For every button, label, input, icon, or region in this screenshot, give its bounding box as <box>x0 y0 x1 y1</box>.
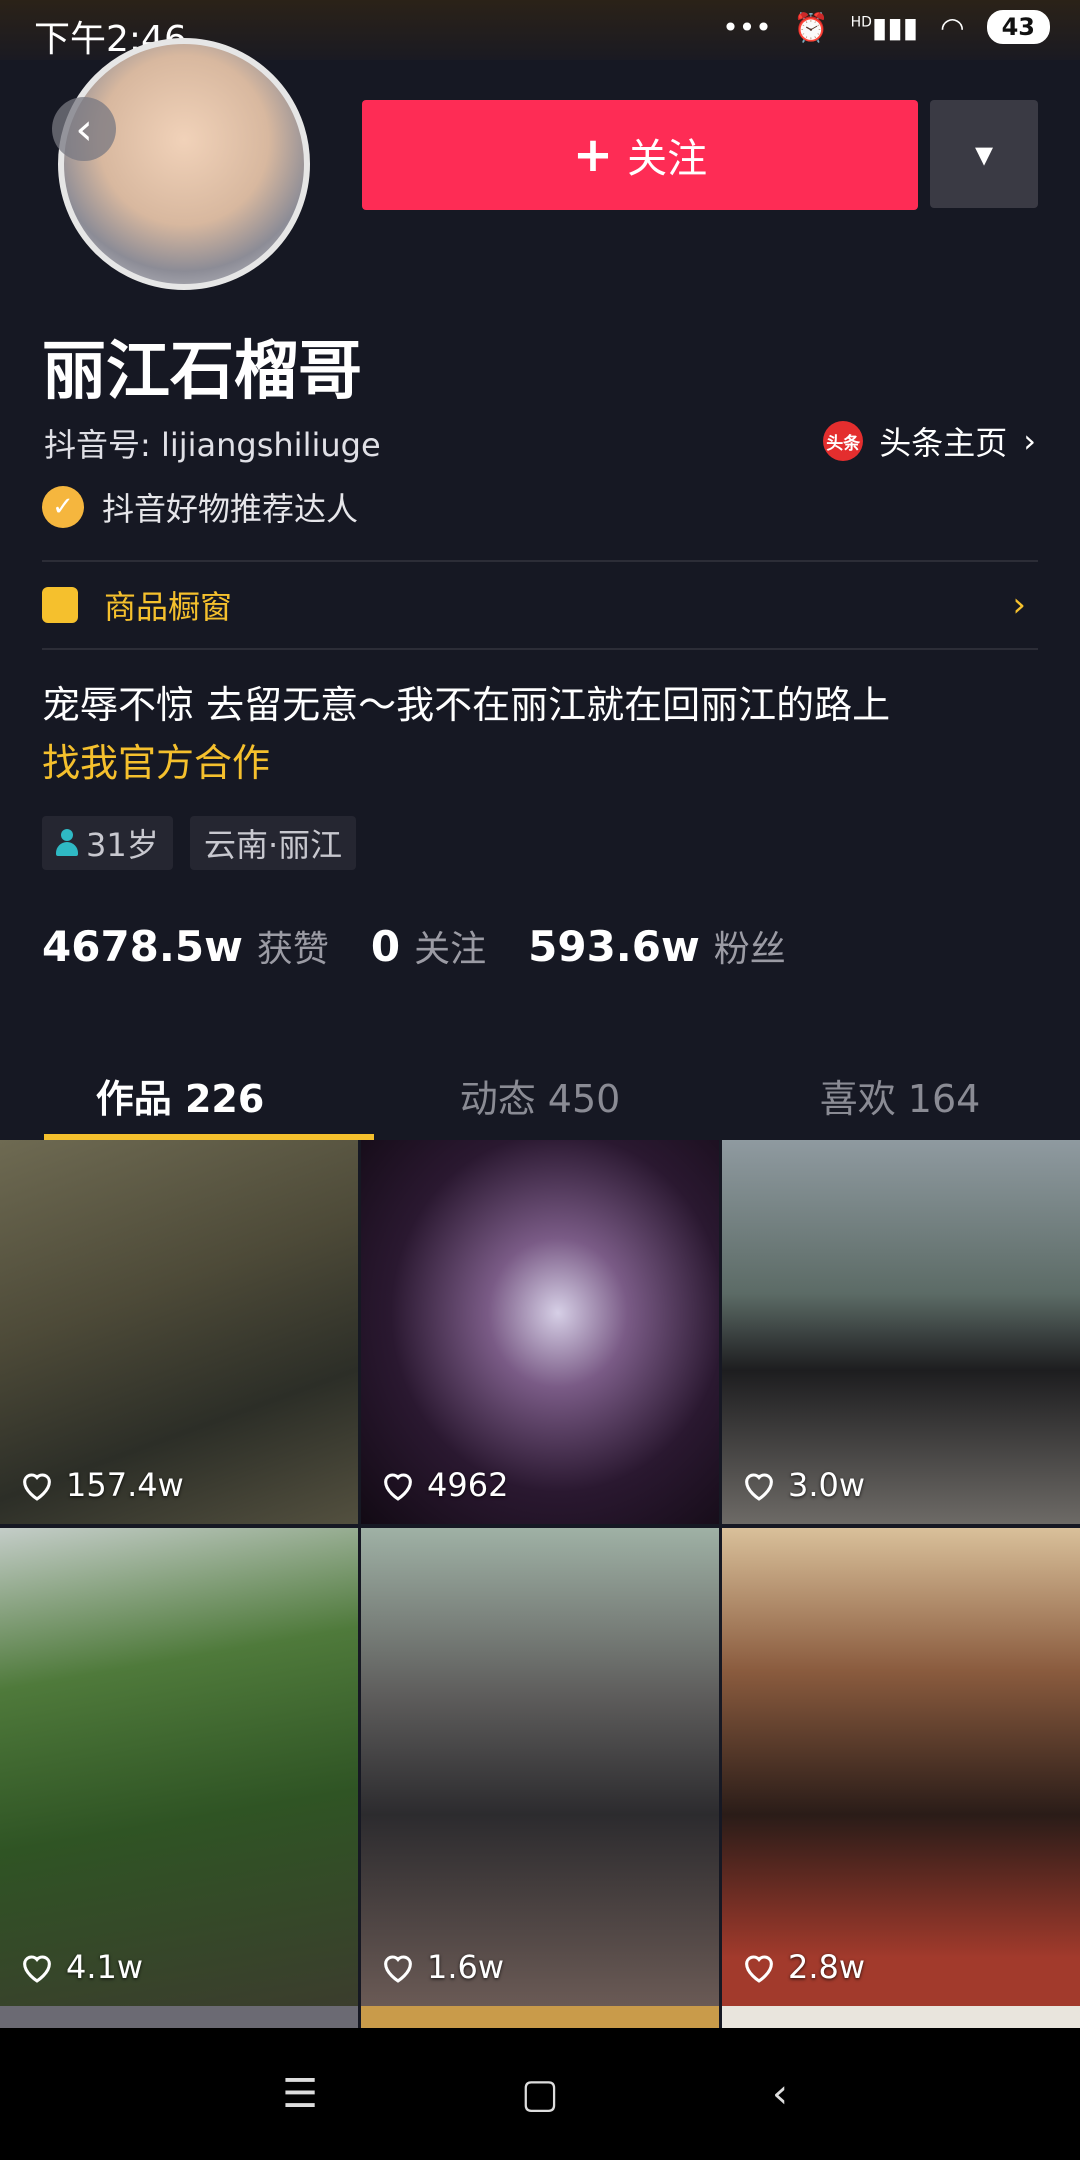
video-thumbnail[interactable] <box>361 2006 719 2028</box>
chevron-right-icon: › <box>1023 422 1036 460</box>
back-arrow-icon: ‹ <box>75 103 93 155</box>
followers-count[interactable]: 593.6w <box>528 922 700 971</box>
tab-posts[interactable]: 动态 450 <box>360 1050 720 1140</box>
shop-window-row[interactable]: 商品橱窗 › <box>42 562 1038 648</box>
next-row-thumbnails <box>0 2006 1080 2028</box>
alarm-icon: ⏰ <box>793 10 829 44</box>
person-icon <box>56 829 78 857</box>
chevron-right-icon: › <box>1012 585 1026 625</box>
video-thumbnail[interactable] <box>0 2006 358 2028</box>
official-cooperation-link[interactable]: 找我官方合作 <box>42 732 270 787</box>
age-tag: 31岁 <box>42 816 173 870</box>
tab-works[interactable]: 作品 226 <box>0 1050 360 1140</box>
more-options-button[interactable]: ▾ <box>930 100 1038 208</box>
location-tag: 云南·丽江 <box>190 816 357 870</box>
follow-label: 关注 <box>627 136 708 182</box>
verified-label: 抖音好物推荐达人 <box>102 490 359 528</box>
tab-likes[interactable]: 喜欢 164 <box>720 1050 1080 1140</box>
likes-count: 4678.5w <box>42 922 243 971</box>
status-icons: ••• ⏰ HD▮▮▮ ◠ 43 <box>722 10 1050 44</box>
menu-icon[interactable]: ☰ <box>270 2071 330 2117</box>
following-count[interactable]: 0 <box>371 922 400 971</box>
heart-icon <box>745 1473 773 1501</box>
followers-label[interactable]: 粉丝 <box>714 920 786 972</box>
shop-label: 商品橱窗 <box>104 588 233 626</box>
verified-badge: ✓ 抖音好物推荐达人 <box>42 484 358 530</box>
follow-button[interactable]: + 关注 <box>362 100 918 210</box>
toutiao-label: 头条主页 <box>879 424 1008 462</box>
notification-dots-icon: ••• <box>722 10 772 44</box>
wifi-icon: ◠ <box>940 10 965 44</box>
profile-tabs: 作品 226 动态 450 喜欢 164 <box>0 1050 1080 1140</box>
signal-icon: HD▮▮▮ <box>850 10 919 44</box>
avatar[interactable] <box>58 38 310 290</box>
stats-row: 4678.5w 获赞 0 关注 593.6w 粉丝 <box>42 920 828 972</box>
back-icon[interactable]: ‹ <box>750 2071 810 2117</box>
like-count-text: 4962 <box>427 1466 509 1504</box>
like-count-text: 1.6w <box>427 1948 505 1986</box>
douyin-id: 抖音号: lijiangshiliuge <box>44 426 381 464</box>
check-icon: ✓ <box>42 486 84 528</box>
system-nav-bar: ☰ ▢ ‹ <box>0 2028 1080 2160</box>
like-count: 157.4w <box>18 1466 184 1504</box>
heart-icon <box>384 1473 412 1501</box>
like-count-text: 4.1w <box>66 1948 144 1986</box>
video-thumbnail[interactable]: 3.0w <box>722 1140 1080 1524</box>
like-count-text: 157.4w <box>66 1466 184 1504</box>
divider <box>42 648 1038 650</box>
like-count-text: 2.8w <box>788 1948 866 1986</box>
bio-text: 宠辱不惊 去留无意～我不在丽江就在回丽江的路上 <box>42 683 891 727</box>
following-label[interactable]: 关注 <box>414 920 486 972</box>
video-thumbnail[interactable]: 4.1w <box>0 1528 358 2006</box>
location-label: 云南·丽江 <box>204 826 343 864</box>
heart-icon <box>384 1955 412 1983</box>
toutiao-icon: 头条 <box>823 421 864 461</box>
chevron-down-icon: ▾ <box>974 133 994 175</box>
heart-icon <box>23 1473 51 1501</box>
plus-icon: + <box>572 127 614 183</box>
video-thumbnail[interactable]: 4962 <box>361 1140 719 1524</box>
heart-icon <box>745 1955 773 1983</box>
video-thumbnail[interactable]: 157.4w <box>0 1140 358 1524</box>
likes-label: 获赞 <box>256 929 329 970</box>
battery-indicator: 43 <box>986 10 1050 44</box>
like-count: 1.6w <box>379 1948 504 1986</box>
video-thumbnail[interactable]: 1.6w <box>361 1528 719 2006</box>
toutiao-homepage-link[interactable]: 头条 头条主页 › <box>823 418 1036 464</box>
like-count: 4.1w <box>18 1948 143 1986</box>
video-thumbnail[interactable]: 2.8w <box>722 1528 1080 2006</box>
shop-icon <box>42 587 78 623</box>
like-count: 3.0w <box>740 1466 865 1504</box>
video-thumbnail[interactable] <box>722 2006 1080 2028</box>
home-icon[interactable]: ▢ <box>510 2071 570 2117</box>
like-count-text: 3.0w <box>788 1466 866 1504</box>
like-count: 4962 <box>379 1466 508 1504</box>
back-button[interactable]: ‹ <box>52 97 116 161</box>
like-count: 2.8w <box>740 1948 865 1986</box>
profile-name: 丽江石榴哥 <box>42 335 362 409</box>
age-label: 31岁 <box>86 826 159 864</box>
video-grid: 157.4w 4962 3.0w 4.1w 1.6w 2.8w <box>0 1140 1080 2006</box>
heart-icon <box>23 1955 51 1983</box>
